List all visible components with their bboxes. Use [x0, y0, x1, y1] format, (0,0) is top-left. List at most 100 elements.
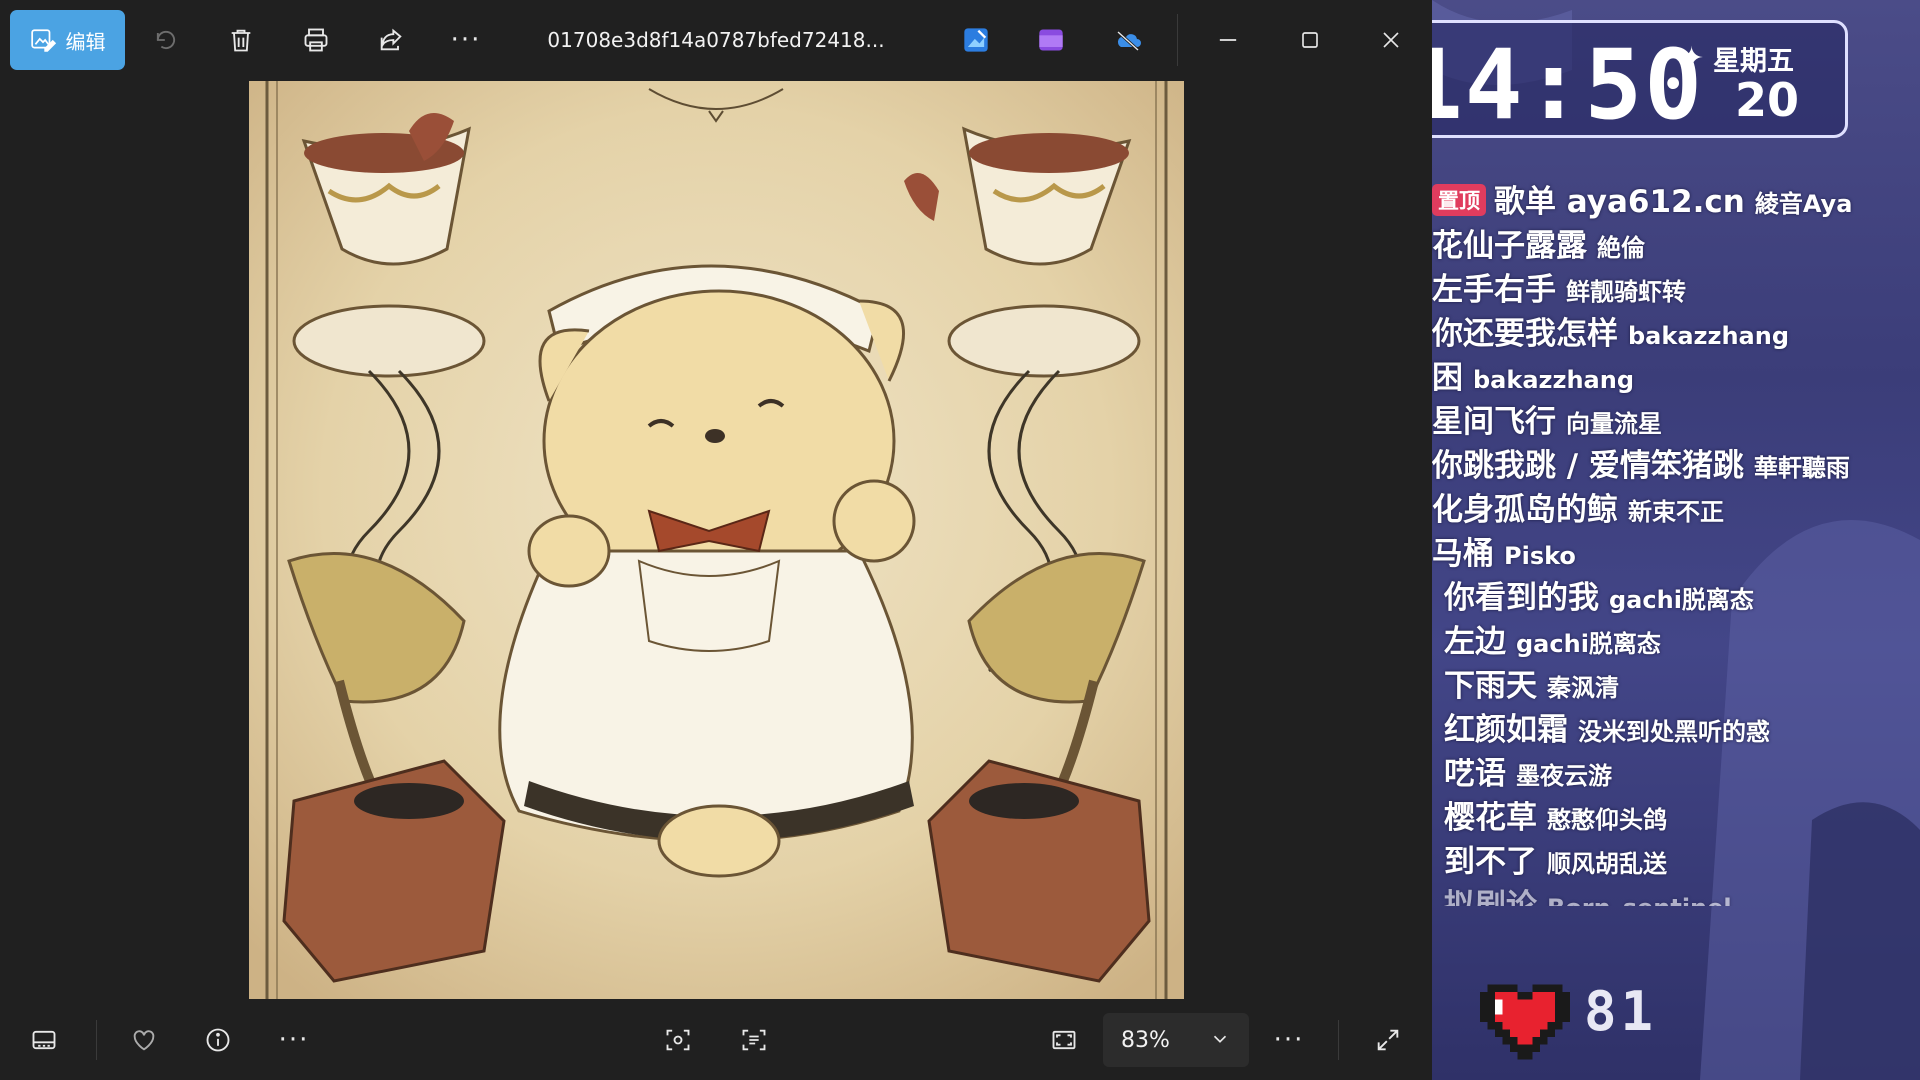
list-item: 马桶 Pisko: [1432, 528, 1576, 573]
song-title: 星间飞行: [1432, 404, 1556, 440]
trash-icon: [231, 29, 251, 52]
more-options-button[interactable]: ···: [440, 10, 492, 70]
song-title: 马桶: [1432, 536, 1494, 572]
bottom-divider-right: [1338, 1020, 1339, 1060]
zoom-level-value: 83%: [1121, 1027, 1170, 1053]
list-item: 左边 gachi脱离态: [1444, 616, 1661, 661]
song-title: 下雨天: [1444, 668, 1537, 704]
list-item: 拟剧论 Born_sentinel: [1444, 880, 1732, 906]
list-item: 置顶 歌单 aya612.cn 綾音Aya: [1432, 176, 1852, 221]
song-request-list: 置顶 歌单 aya612.cn 綾音Aya 花仙子露露 絶倫 左手右手 鲜靓骑虾…: [1432, 176, 1920, 906]
more-icon: ···: [1273, 1025, 1305, 1055]
list-item: 左手右手 鲜靓骑虾转: [1432, 264, 1686, 309]
list-item: 花仙子露露 絶倫: [1432, 220, 1645, 265]
list-item: 到不了 顺风胡乱送: [1444, 836, 1667, 881]
song-title: 你看到的我: [1444, 580, 1599, 616]
minimize-icon: [1219, 39, 1237, 41]
photos-app-window: 编辑 ··· 01708e3d8f14a0787bfed72418... ···…: [0, 0, 1432, 1080]
scan-text-button[interactable]: [732, 1018, 776, 1062]
song-requester: 憨憨仰头鸽: [1547, 806, 1667, 834]
bear-maid-illustration: [249, 81, 1184, 999]
info-icon: [206, 1028, 230, 1052]
list-item: 星间飞行 向量流星: [1432, 396, 1662, 441]
fit-window-icon: [1052, 1030, 1076, 1050]
song-requester: 没米到处黑听的惑: [1578, 718, 1770, 746]
more-options-button-right[interactable]: ···: [1267, 1018, 1311, 1062]
song-title: 歌单 aya612.cn: [1494, 184, 1745, 220]
edit-button-label: 编辑: [65, 29, 106, 54]
stream-overlay: 14:50 ✦ 星期五 20 置顶 歌单 aya612.cn 綾音Aya 花仙子…: [1432, 0, 1920, 1080]
song-title: 红颜如霜: [1444, 712, 1568, 748]
song-requester: 絶倫: [1597, 234, 1645, 262]
filmstrip-icon: [32, 1030, 56, 1050]
bear-character: [498, 264, 916, 878]
video-app-icon: [1039, 29, 1063, 51]
bottom-divider: [96, 1020, 97, 1060]
song-title: 拟剧论: [1444, 888, 1537, 906]
song-title: 左边: [1444, 624, 1506, 660]
top-toolbar: 编辑 ··· 01708e3d8f14a0787bfed72418...: [0, 0, 1432, 82]
song-requester: 綾音Aya: [1754, 190, 1853, 218]
more-options-button-bottom[interactable]: ···: [272, 1018, 316, 1062]
more-icon: ···: [450, 25, 482, 55]
song-requester: bakazzhang: [1628, 322, 1790, 350]
song-requester: Pisko: [1504, 542, 1576, 570]
song-requester: gachi脱离态: [1516, 630, 1661, 658]
song-requester: Born_sentinel: [1547, 894, 1732, 906]
song-requester: 鲜靓骑虾转: [1566, 278, 1686, 306]
visual-search-button[interactable]: [656, 1018, 700, 1062]
song-title: 呓语: [1444, 756, 1506, 792]
song-title: 到不了: [1444, 844, 1537, 880]
edit-image-icon: [30, 29, 56, 52]
delete-button[interactable]: [215, 10, 267, 70]
song-title: 你还要我怎样: [1432, 316, 1618, 352]
list-item: 呓语 墨夜云游: [1444, 748, 1612, 793]
printer-icon: [304, 28, 328, 52]
song-requester: 新束不正: [1628, 498, 1724, 526]
chevron-down-icon: [1213, 1035, 1227, 1043]
song-requester: 秦沨清: [1547, 674, 1619, 702]
minimize-button[interactable]: [1200, 10, 1256, 70]
edit-button[interactable]: 编辑: [10, 10, 125, 70]
close-button[interactable]: [1363, 10, 1419, 70]
fit-to-window-button[interactable]: [1042, 1018, 1086, 1062]
zoom-level-dropdown[interactable]: 83%: [1103, 1013, 1249, 1067]
song-requester: bakazzhang: [1473, 366, 1635, 394]
rotate-button[interactable]: [140, 10, 192, 70]
more-icon: ···: [278, 1025, 310, 1055]
fullscreen-button[interactable]: [1366, 1018, 1410, 1062]
info-button[interactable]: [196, 1018, 240, 1062]
editor-app-icon: [964, 28, 988, 52]
onedrive-offline-icon: [1116, 30, 1141, 52]
filmstrip-button[interactable]: [22, 1018, 66, 1062]
song-title: 左手右手: [1432, 272, 1556, 308]
photo-editor-app-button[interactable]: [955, 10, 997, 70]
file-name: 01708e3d8f14a0787bfed72418...: [547, 28, 885, 52]
clock-time: 14:50: [1432, 29, 1704, 141]
onedrive-button[interactable]: [1105, 10, 1151, 70]
song-requester: 華軒聽雨: [1753, 454, 1850, 482]
maximize-icon: [1302, 32, 1318, 48]
list-item: 你看到的我 gachi脱离态: [1444, 572, 1754, 617]
list-item: 你还要我怎样 bakazzhang: [1432, 308, 1789, 353]
song-title: 樱花草: [1444, 800, 1537, 836]
clipchamp-app-button[interactable]: [1030, 10, 1072, 70]
favorite-button[interactable]: [122, 1018, 166, 1062]
pixel-heart-icon: [1480, 984, 1570, 1060]
photo-canvas[interactable]: [249, 81, 1184, 999]
song-title: 化身孤岛的鲸: [1432, 492, 1618, 528]
list-item: 下雨天 秦沨清: [1444, 660, 1619, 705]
maximize-button[interactable]: [1282, 10, 1338, 70]
clock-widget: 14:50 ✦ 星期五 20: [1432, 20, 1848, 141]
song-title: 困: [1432, 360, 1463, 396]
share-button[interactable]: [365, 10, 417, 70]
toolbar-divider: [1177, 14, 1178, 66]
list-item: 困 bakazzhang: [1432, 352, 1634, 397]
heart-outline-icon: [133, 1030, 155, 1051]
expand-icon: [1377, 1029, 1399, 1051]
list-item: 化身孤岛的鲸 新束不正: [1432, 484, 1724, 529]
print-button[interactable]: [290, 10, 342, 70]
scan-text-icon: [742, 1029, 766, 1051]
song-requester: 顺风胡乱送: [1547, 850, 1667, 878]
visual-search-icon: [666, 1029, 690, 1051]
